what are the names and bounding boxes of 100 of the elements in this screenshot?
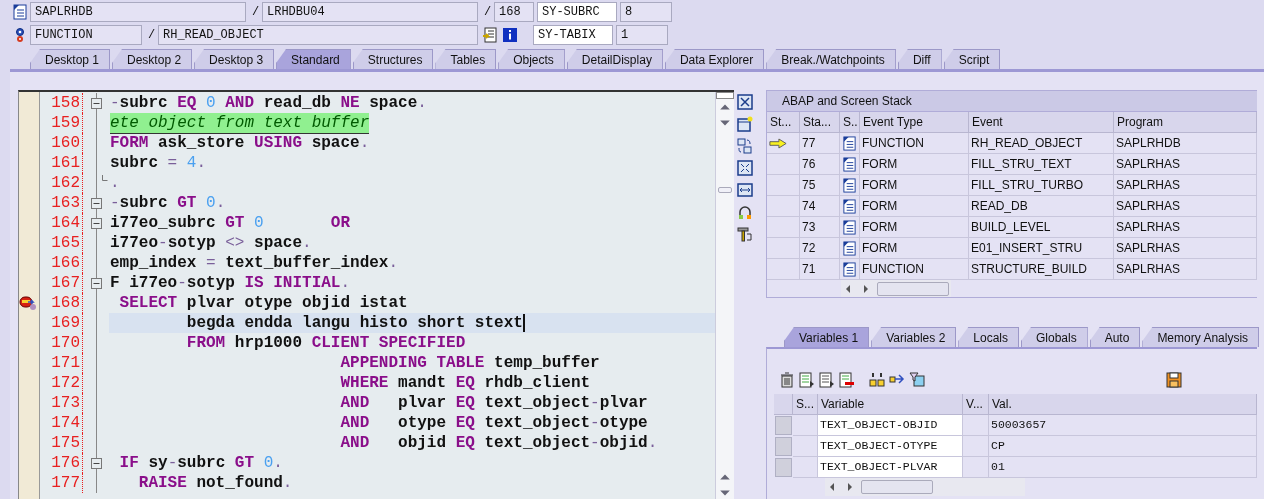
- document-icon: [842, 219, 857, 235]
- new-window-icon[interactable]: [737, 116, 753, 132]
- column-header[interactable]: V...: [963, 394, 989, 415]
- table-cell: 75: [800, 175, 840, 196]
- tab[interactable]: Tables: [435, 49, 497, 69]
- filter-icon[interactable]: [909, 372, 925, 388]
- tab[interactable]: Desktop 2: [112, 49, 193, 69]
- code-line: SELECT plvar otype objid istat: [118, 293, 408, 313]
- tab[interactable]: Break./Watchpoints: [766, 49, 896, 69]
- code-line: i77eo-sotyp <> space.: [110, 233, 312, 253]
- tab[interactable]: Globals: [1021, 327, 1088, 347]
- system-field-value[interactable]: 1: [616, 25, 668, 45]
- column-header[interactable]: Event Type: [860, 112, 969, 133]
- table-cell: 72: [800, 238, 840, 259]
- save-icon[interactable]: [1166, 372, 1182, 388]
- headset-icon[interactable]: [737, 204, 753, 220]
- code-line: emp_index = text_buffer_index.: [110, 253, 399, 273]
- code-line: IF sy-subrc GT 0.: [118, 453, 283, 473]
- collapse-icon[interactable]: [91, 97, 102, 109]
- tab[interactable]: Diff: [897, 49, 942, 69]
- column-header[interactable]: Val.: [989, 394, 1257, 415]
- table-cell: RH_READ_OBJECT: [969, 133, 1114, 154]
- scrollbar-handle[interactable]: [716, 92, 734, 99]
- tab[interactable]: Data Explorer: [664, 49, 765, 69]
- table-cell: TEXT_OBJECT-OTYPE: [818, 436, 963, 457]
- document-icon[interactable]: [799, 372, 815, 388]
- info-icon[interactable]: [502, 27, 518, 43]
- table-cell: SAPLRHAS: [1114, 259, 1257, 280]
- table-cell: FORM: [860, 238, 969, 259]
- maximize-icon[interactable]: [737, 160, 753, 176]
- code-line: AND plvar EQ text_object-plvar: [339, 393, 648, 413]
- column-header[interactable]: Event: [969, 112, 1114, 133]
- collapse-icon[interactable]: [91, 457, 102, 469]
- table-cell: 74: [800, 196, 840, 217]
- column-header[interactable]: Program: [1114, 112, 1257, 133]
- tab[interactable]: Objects: [498, 49, 565, 69]
- document-icon[interactable]: [819, 372, 835, 388]
- code-line: WHERE mandt EQ rhdb_client: [339, 373, 591, 393]
- close-icon[interactable]: [737, 94, 753, 110]
- line-field[interactable]: 168: [494, 2, 534, 22]
- table-cell: E01_INSERT_STRU: [969, 238, 1114, 259]
- scroll-right-icon[interactable]: [845, 482, 855, 492]
- tab[interactable]: DetailDisplay: [566, 49, 663, 69]
- table-cell: [963, 415, 989, 436]
- system-field-name[interactable]: SY-TABIX: [533, 25, 613, 45]
- column-header[interactable]: Sta...: [800, 112, 840, 133]
- code-line: subrc = 4.: [110, 153, 207, 173]
- tab[interactable]: Standard: [276, 49, 351, 69]
- tab[interactable]: Script: [943, 49, 1001, 69]
- width-icon[interactable]: [737, 182, 753, 198]
- scroll-right-icon[interactable]: [861, 283, 871, 294]
- document-remove-icon[interactable]: [839, 372, 855, 388]
- column-header[interactable]: Variable: [818, 394, 963, 415]
- scroll-thumb[interactable]: [877, 281, 949, 296]
- table-cell: TEXT_OBJECT-OBJID: [818, 415, 963, 436]
- arrow-icon: [769, 137, 787, 149]
- panel-title: ABAP and Screen Stack: [767, 91, 1257, 112]
- swap-windows-icon[interactable]: [737, 138, 753, 154]
- tab[interactable]: Desktop 1: [30, 49, 111, 69]
- table-cell: SAPLRHAS: [1114, 154, 1257, 175]
- scroll-thumb[interactable]: [718, 187, 732, 193]
- code-line: FORM ask_store USING space.: [110, 133, 370, 153]
- tab[interactable]: Locals: [958, 327, 1019, 347]
- tab[interactable]: Variables 2: [871, 327, 957, 347]
- table-cell: 77: [800, 133, 840, 154]
- table-cell: READ_DB: [969, 196, 1114, 217]
- column-header[interactable]: S...: [793, 394, 818, 415]
- code-line: AND otype EQ text_object-otype: [339, 413, 648, 433]
- scroll-thumb[interactable]: [861, 480, 933, 494]
- table-cell: BUILD_LEVEL: [969, 217, 1114, 238]
- trash-icon[interactable]: [779, 372, 795, 388]
- table-cell: FORM: [860, 196, 969, 217]
- tab[interactable]: Structures: [352, 49, 434, 69]
- tab[interactable]: Auto: [1089, 327, 1141, 347]
- event-type-field[interactable]: FUNCTION: [30, 25, 142, 45]
- collapse-icon[interactable]: [91, 277, 102, 289]
- breakpoint-icon[interactable]: [19, 295, 37, 311]
- code-line: .: [110, 173, 120, 193]
- system-field-value[interactable]: 8: [620, 2, 672, 22]
- column-header[interactable]: S..: [840, 112, 860, 133]
- tab[interactable]: Memory Analysis: [1142, 327, 1260, 347]
- collapse-icon[interactable]: [91, 197, 102, 209]
- table-cell: CP: [989, 436, 1257, 457]
- system-field-name[interactable]: SY-SUBRC: [537, 2, 617, 22]
- code-line: RAISE not_found.: [137, 473, 293, 493]
- collapse-icon[interactable]: [91, 217, 102, 229]
- table-cell: STRUCTURE_BUILD: [969, 259, 1114, 280]
- code-line: -subrc GT 0.: [110, 193, 226, 213]
- table-cell: FILL_STRU_TURBO: [969, 175, 1114, 196]
- code-line: FROM hrp1000 CLIENT SPECIFIED: [185, 333, 466, 353]
- event-field[interactable]: RH_READ_OBJECT: [158, 25, 478, 45]
- code-line: AND objid EQ text_object-objid.: [339, 433, 658, 453]
- table-cell: SAPLRHAS: [1114, 238, 1257, 259]
- include-field[interactable]: LRHDBU04: [262, 2, 478, 22]
- program-field[interactable]: SAPLRHDB: [30, 2, 246, 22]
- tab[interactable]: Variables 1: [784, 327, 870, 347]
- hammer-icon[interactable]: [737, 226, 753, 242]
- column-header[interactable]: St...: [767, 112, 800, 133]
- tab[interactable]: Desktop 3: [194, 49, 275, 69]
- separator: /: [482, 5, 493, 19]
